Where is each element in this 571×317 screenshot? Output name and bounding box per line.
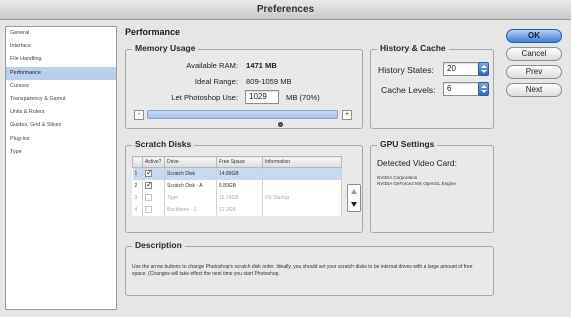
row-number: 2 [132,179,143,192]
memory-usage-group: Memory Usage Available RAM: 1471 MB Idea… [125,43,363,129]
sidebar-item-units-rulers[interactable]: Units & Rulers [6,106,116,119]
gpu-settings-heading: GPU Settings [377,139,438,149]
ideal-range-label: Ideal Range: [194,77,238,86]
sidebar-item-guides-grid-slices[interactable]: Guides, Grid & Slices [6,119,116,132]
description-heading: Description [132,240,185,250]
row-number: 1 [132,167,143,180]
memory-slider-track[interactable] [147,110,338,119]
available-ram-label: Available RAM: [186,61,238,70]
sidebar-item-cursors[interactable]: Cursors [6,80,116,93]
scratch-disks-table: Active? Drive Free Space Information 1 S… [132,156,342,216]
scratch-disks-heading: Scratch Disks [132,139,195,149]
row-number: 3 [132,191,143,204]
history-states-label: History States: [378,65,434,75]
memory-usage-heading: Memory Usage [132,43,199,53]
description-text: Use the arrow buttons to change Photosho… [132,264,473,277]
available-ram-value: 1471 MB [246,61,277,70]
drive-name: Scratch Disk [164,167,217,180]
drive-info: PS Startup [262,191,342,204]
column-free-space-header[interactable]: Free Space [216,156,263,168]
gpu-card-name: NVIDIA GeForce2 MX OpenGL Engine [377,181,456,186]
sidebar-item-file-handling[interactable]: File Handling [6,53,116,66]
history-states-input[interactable]: 20 [443,62,479,76]
free-space: 12.2GB [216,203,263,216]
drive-name: Backbone - 1 [164,203,217,216]
sidebar-item-plug-ins[interactable]: Plug-ins [6,133,116,146]
free-space: 14.89GB [216,167,263,180]
memory-use-unit: MB (70%) [286,93,320,102]
sidebar-item-interface[interactable]: Interface [6,40,116,53]
free-space: 5.89GB [216,179,263,192]
cache-levels-input[interactable]: 6 [443,82,479,96]
active-checkbox[interactable] [145,206,152,213]
drive-info [262,179,342,192]
prev-button[interactable]: Prev [506,65,562,79]
free-space: 15.54GB [216,191,263,204]
drive-name: Tiger [164,191,217,204]
move-down-icon[interactable] [351,202,357,207]
memory-slider-thumb[interactable] [277,122,283,127]
history-cache-heading: History & Cache [377,43,449,53]
active-checkbox[interactable] [145,180,153,189]
move-up-icon[interactable] [351,189,357,194]
preferences-sidebar: General Interface File Handling Performa… [5,26,117,310]
ideal-range-value: 809-1059 MB [246,77,292,86]
sidebar-item-performance[interactable]: Performance [6,66,116,80]
table-row[interactable]: 1 Scratch Disk 14.89GB [132,167,342,180]
active-checkbox[interactable] [145,194,152,201]
description-group: Description Use the arrow buttons to cha… [125,240,494,296]
next-button[interactable]: Next [506,83,562,97]
scratch-order-buttons[interactable] [347,184,361,212]
history-states-spinner[interactable] [478,62,489,76]
table-row[interactable]: 4 Backbone - 1 12.2GB [132,203,342,216]
preferences-window: Preferences General Interface File Handl… [0,0,571,317]
memory-decrease-button[interactable]: - [134,110,144,120]
column-active-header[interactable]: Active? [142,156,165,168]
cache-levels-spinner[interactable] [478,82,489,96]
drive-name: Scratch Disk - A [164,179,217,192]
ok-button[interactable]: OK [506,29,562,43]
drive-info [262,203,342,216]
drive-info [262,167,342,180]
memory-use-input[interactable]: 1029 [245,90,279,104]
table-row[interactable]: 3 Tiger 15.54GB PS Startup [132,191,342,204]
let-photoshop-use-label: Let Photoshop Use: [171,93,238,102]
history-cache-group: History & Cache History States: 20 Cache… [370,43,494,129]
window-title: Preferences [0,0,571,20]
column-information-header[interactable]: Information [262,156,342,168]
gpu-settings-group: GPU Settings Detected Video Card: NVIDIA… [370,139,494,233]
sidebar-item-type[interactable]: Type [6,146,116,159]
cancel-button[interactable]: Cancel [506,47,562,61]
memory-increase-button[interactable]: + [342,110,352,120]
scratch-disks-group: Scratch Disks Active? Drive Free Space I… [125,139,363,233]
column-drive-header[interactable]: Drive [164,156,217,168]
sidebar-item-general[interactable]: General [6,27,116,40]
detected-video-card-label: Detected Video Card: [377,158,457,168]
column-index-header [132,156,143,168]
panel-title: Performance [125,27,181,37]
cache-levels-label: Cache Levels: [381,85,436,95]
table-row[interactable]: 2 Scratch Disk - A 5.89GB [132,179,342,192]
row-number: 4 [132,203,143,216]
active-checkbox[interactable] [145,168,153,178]
sidebar-item-transparency-gamut[interactable]: Transparency & Gamut [6,93,116,106]
